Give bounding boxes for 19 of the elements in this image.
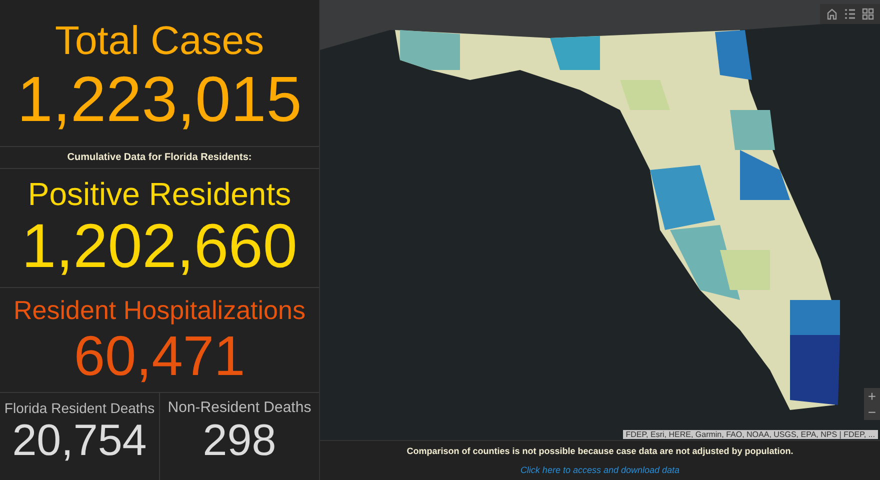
stat-value: 1,223,015 bbox=[17, 64, 302, 134]
stat-label: Non-Resident Deaths bbox=[168, 399, 312, 417]
zoom-button[interactable]: − bbox=[864, 404, 880, 420]
stat-label: Total Cases bbox=[55, 18, 264, 64]
footer-note: Comparison of counties is not possible because case data are not adjusted by population. bbox=[406, 446, 794, 456]
stat-label: Florida Resident Deaths bbox=[4, 399, 155, 417]
home-icon[interactable] bbox=[826, 8, 838, 20]
zoom-button[interactable]: + bbox=[864, 388, 880, 404]
stat-label: Positive Residents bbox=[28, 175, 292, 213]
stat-label: Resident Hospitalizations bbox=[14, 294, 306, 326]
caption: Cumulative Data for Florida Residents: bbox=[0, 147, 319, 169]
stat-value: 1,202,660 bbox=[22, 213, 298, 281]
stat-value: 298 bbox=[202, 417, 276, 465]
stat-value: 60,471 bbox=[74, 326, 246, 386]
stat-value: 20,754 bbox=[12, 417, 147, 465]
grid-icon[interactable] bbox=[862, 8, 874, 20]
list-icon[interactable] bbox=[844, 8, 856, 20]
map-attribution: FDEP, Esri, HERE, Garmin, FAO, NOAA, USGS, EPA, NPS | FDEP, ... bbox=[622, 430, 878, 439]
download-link[interactable]: Click here to access and download data bbox=[520, 465, 680, 476]
